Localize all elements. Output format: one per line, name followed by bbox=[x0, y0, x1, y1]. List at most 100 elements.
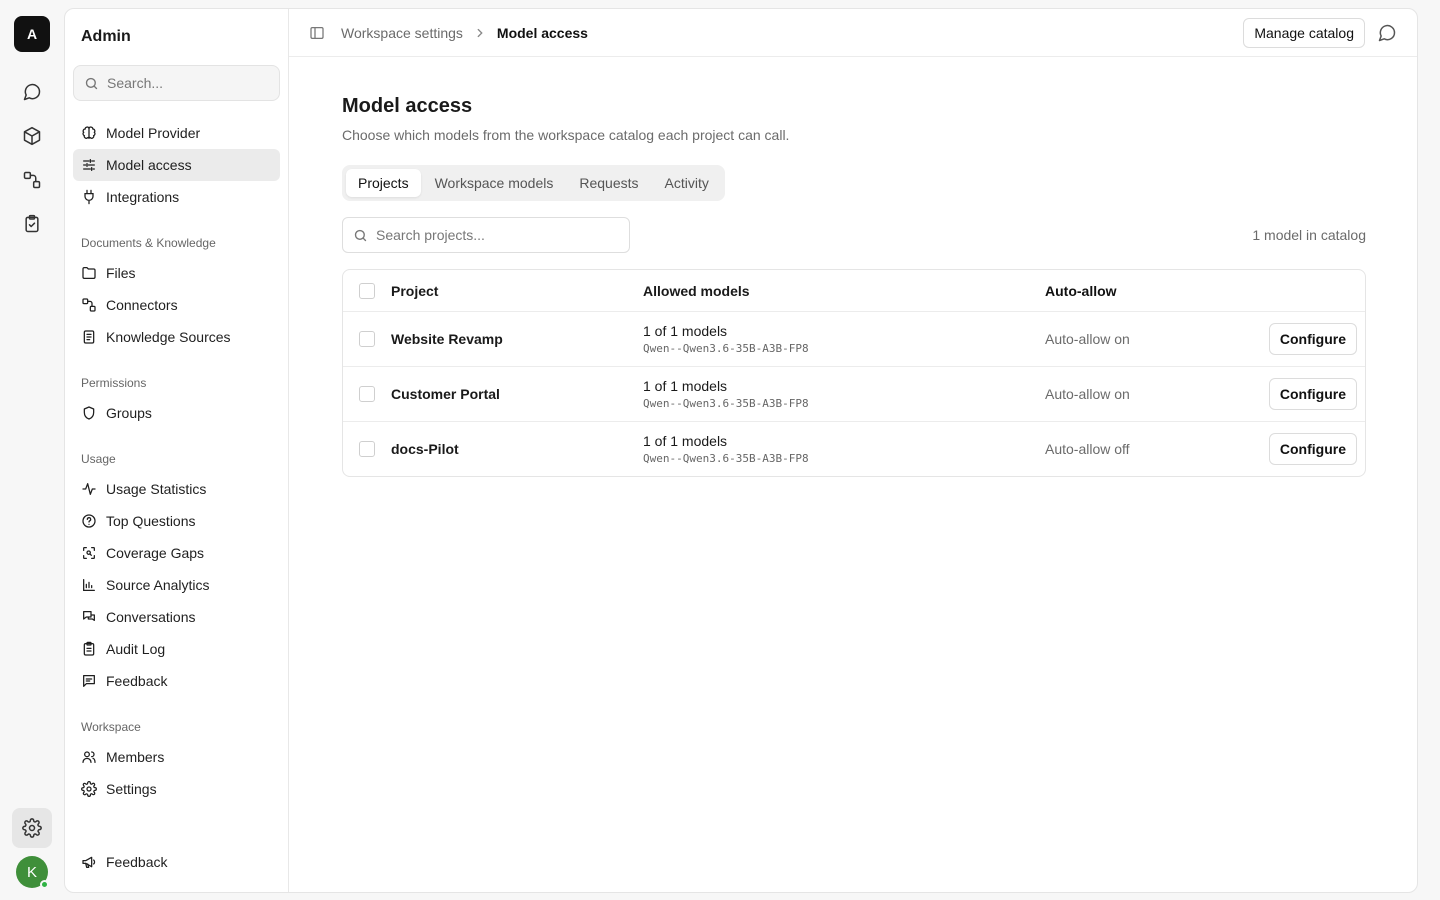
page-subtitle: Choose which models from the workspace c… bbox=[342, 127, 790, 143]
sidebar-item-feedback[interactable]: Feedback bbox=[73, 665, 280, 697]
models-count: 1 of 1 models bbox=[643, 323, 728, 339]
sidebar-item-coverage-gaps[interactable]: Coverage Gaps bbox=[73, 537, 280, 569]
sidebar-bottom-feedback[interactable]: Feedback bbox=[73, 846, 280, 878]
sidebar-item-usage-statistics[interactable]: Usage Statistics bbox=[73, 473, 280, 505]
sidebar-item-source-analytics[interactable]: Source Analytics bbox=[73, 569, 280, 601]
group-label: Workspace bbox=[81, 720, 141, 734]
sidebar-item-files[interactable]: Files bbox=[73, 257, 280, 289]
topbar-actions: Manage catalog bbox=[1243, 17, 1397, 48]
shield-icon bbox=[83, 406, 95, 420]
app-rail: A K bbox=[0, 0, 64, 900]
cube-icon[interactable] bbox=[12, 116, 52, 156]
auto-allow-status: Auto-allow on bbox=[1045, 386, 1130, 402]
column-header-auto-allow: Auto-allow bbox=[1045, 282, 1117, 299]
scan-icon bbox=[83, 547, 95, 559]
nav-group-permissions: Permissions Groups bbox=[73, 373, 280, 429]
sidebar-item-label: Coverage Gaps bbox=[106, 545, 205, 561]
sidebar-item-label: Source Analytics bbox=[106, 577, 210, 593]
sidebar-search-input[interactable] bbox=[107, 75, 257, 91]
configure-button[interactable]: Configure bbox=[1268, 433, 1357, 465]
model-name: Qwen--Qwen3.6-35B-A3B-FP8 bbox=[643, 397, 809, 410]
main-card: Admin Model Provider Model access Integr… bbox=[64, 8, 1418, 893]
sidebar-item-conversations[interactable]: Conversations bbox=[73, 601, 280, 633]
row-checkbox[interactable] bbox=[359, 331, 375, 347]
sidebar-item-label: Model access bbox=[106, 157, 192, 173]
projects-table: Project Allowed models Auto-allow Websit… bbox=[342, 269, 1366, 477]
table-row: docs-Pilot 1 of 1 models Qwen--Qwen3.6-3… bbox=[343, 421, 1365, 476]
tab-workspace-models[interactable]: Workspace models bbox=[423, 169, 566, 197]
tab-requests[interactable]: Requests bbox=[567, 169, 650, 197]
page-title: Model access bbox=[342, 95, 473, 117]
sidebar-item-integrations[interactable]: Integrations bbox=[73, 181, 280, 213]
chat-bubble-icon[interactable] bbox=[1377, 23, 1397, 43]
connector-icon bbox=[82, 298, 96, 312]
allowed-models-cell: 1 of 1 models Qwen--Qwen3.6-35B-A3B-FP8 bbox=[643, 378, 1045, 410]
activity-icon bbox=[82, 483, 96, 495]
table-header-row: Project Allowed models Auto-allow bbox=[343, 270, 1365, 311]
chat-icon[interactable] bbox=[12, 72, 52, 112]
select-all-checkbox[interactable] bbox=[359, 282, 375, 299]
sidebar-item-model-provider[interactable]: Model Provider bbox=[73, 117, 280, 149]
sidebar-item-label: Model Provider bbox=[106, 125, 201, 141]
allowed-models-cell: 1 of 1 models Qwen--Qwen3.6-35B-A3B-FP8 bbox=[643, 433, 1045, 465]
sidebar-item-label: Top Questions bbox=[106, 513, 196, 529]
user-avatar[interactable]: K bbox=[16, 856, 49, 889]
clipboard-check-icon[interactable] bbox=[12, 204, 52, 244]
auto-allow-status: Auto-allow off bbox=[1045, 441, 1130, 457]
row-checkbox[interactable] bbox=[359, 386, 375, 402]
breadcrumb-workspace-settings[interactable]: Workspace settings bbox=[341, 25, 463, 41]
sidebar-item-model-access[interactable]: Model access bbox=[73, 149, 280, 181]
sidebar-item-top-questions[interactable]: Top Questions bbox=[73, 505, 280, 537]
project-search-input[interactable] bbox=[376, 227, 606, 243]
bar-chart-icon bbox=[83, 579, 95, 591]
sidebar-toggle-icon[interactable] bbox=[309, 25, 325, 41]
models-count: 1 of 1 models bbox=[643, 378, 728, 394]
nav-group-workspace: Workspace Members Settings bbox=[73, 717, 280, 805]
main-content: Model access Choose which models from th… bbox=[342, 57, 1366, 477]
plug-icon bbox=[84, 189, 94, 205]
megaphone-icon bbox=[82, 856, 96, 868]
column-header-allowed-models: Allowed models bbox=[643, 282, 750, 299]
sidebar-item-audit-log[interactable]: Audit Log bbox=[73, 633, 280, 665]
row-checkbox[interactable] bbox=[359, 441, 375, 457]
sidebar-item-groups[interactable]: Groups bbox=[73, 397, 280, 429]
breadcrumb: Workspace settings Model access bbox=[341, 25, 588, 41]
sidebar-item-label: Conversations bbox=[106, 609, 196, 625]
table-row: Customer Portal 1 of 1 models Qwen--Qwen… bbox=[343, 366, 1365, 421]
tab-activity[interactable]: Activity bbox=[653, 169, 721, 197]
sidebar-item-settings[interactable]: Settings bbox=[73, 773, 280, 805]
breadcrumb-current: Model access bbox=[496, 24, 588, 41]
sidebar-item-knowledge-sources[interactable]: Knowledge Sources bbox=[73, 321, 280, 353]
group-label: Permissions bbox=[81, 376, 147, 390]
manage-catalog-button[interactable]: Manage catalog bbox=[1243, 17, 1365, 48]
sliders-icon bbox=[83, 159, 95, 171]
users-icon bbox=[82, 751, 96, 763]
tab-projects[interactable]: Projects bbox=[346, 169, 421, 197]
sidebar-item-label: Groups bbox=[106, 405, 152, 421]
sidebar-item-members[interactable]: Members bbox=[73, 741, 280, 773]
column-header-project: Project bbox=[391, 282, 439, 299]
sidebar-item-label: Integrations bbox=[106, 189, 180, 205]
sidebar-item-label: Knowledge Sources bbox=[106, 329, 231, 345]
chevron-right-icon bbox=[473, 26, 487, 40]
admin-sidebar: Admin Model Provider Model access Integr… bbox=[65, 9, 289, 892]
sidebar-item-label: Feedback bbox=[106, 673, 168, 689]
model-name: Qwen--Qwen3.6-35B-A3B-FP8 bbox=[643, 342, 809, 355]
workflow-icon[interactable] bbox=[12, 160, 52, 200]
project-name: docs-Pilot bbox=[391, 441, 459, 457]
settings-gear-icon[interactable] bbox=[12, 808, 52, 848]
auto-allow-status: Auto-allow on bbox=[1045, 331, 1130, 347]
project-name: Customer Portal bbox=[391, 386, 500, 402]
sidebar-item-connectors[interactable]: Connectors bbox=[73, 289, 280, 321]
sidebar-search[interactable] bbox=[73, 65, 280, 101]
message-square-text-icon bbox=[83, 675, 95, 687]
nav-group-main: Model Provider Model access Integrations bbox=[73, 117, 280, 213]
catalog-count: 1 model in catalog bbox=[1252, 227, 1366, 243]
model-name: Qwen--Qwen3.6-35B-A3B-FP8 bbox=[643, 452, 809, 465]
tabs: Projects Workspace models Requests Activ… bbox=[342, 165, 725, 201]
configure-button[interactable]: Configure bbox=[1268, 323, 1357, 355]
project-search[interactable] bbox=[342, 217, 630, 253]
allowed-models-cell: 1 of 1 models Qwen--Qwen3.6-35B-A3B-FP8 bbox=[643, 323, 1045, 355]
configure-button[interactable]: Configure bbox=[1268, 378, 1357, 410]
workspace-logo[interactable]: A bbox=[14, 16, 50, 52]
